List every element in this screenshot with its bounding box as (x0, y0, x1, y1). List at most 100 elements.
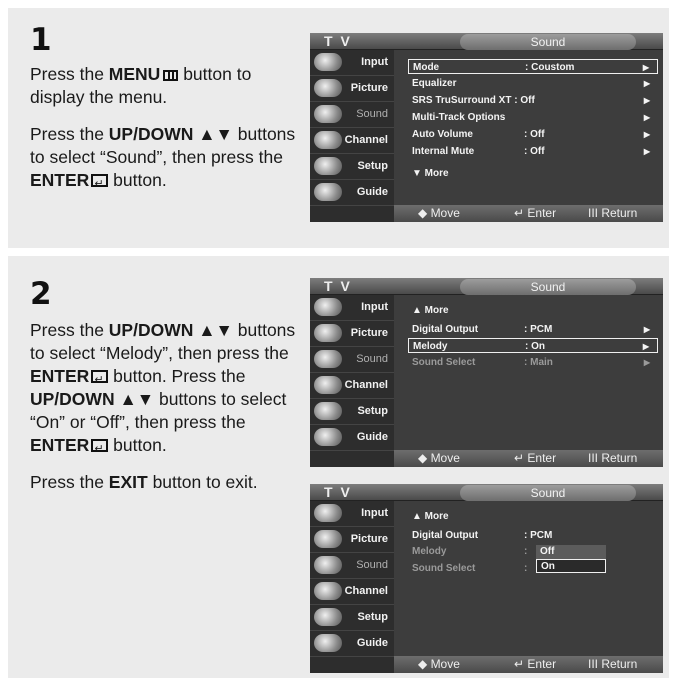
step-1-instructions: Press the MENU button to display the men… (30, 63, 300, 206)
sidebar-item-input[interactable]: Input (310, 501, 394, 527)
guide-icon (314, 183, 342, 201)
sound-icon (314, 556, 342, 574)
menu-row-sound-select[interactable]: Sound Select: (408, 561, 658, 576)
guide-icon (314, 634, 342, 652)
sound-icon (314, 350, 342, 368)
sidebar-item-channel[interactable]: Channel (310, 128, 394, 154)
step-1-panel: 1 Press the MENU button to display the m… (8, 8, 669, 248)
step-number: 1 (30, 22, 52, 58)
input-icon (314, 504, 342, 522)
sidebar-item-picture[interactable]: Picture (310, 527, 394, 553)
osd-menu-list: Mode: Coustom ▶ Equalizer ▶ SRS TruSurroun… (394, 50, 663, 222)
sidebar-item-sound[interactable]: Sound (310, 347, 394, 373)
channel-icon (314, 582, 342, 600)
sidebar-item-input[interactable]: Input (310, 295, 394, 321)
arrow-right-icon: ▶ (642, 342, 649, 351)
menu-row-mode[interactable]: Mode: Coustom ▶ (408, 59, 658, 74)
osd-title: Sound (460, 485, 636, 501)
enter-hint: ↵ Enter (514, 451, 557, 465)
input-icon (314, 298, 342, 316)
enter-icon (91, 172, 109, 195)
arrow-right-icon: ▶ (643, 113, 650, 122)
osd-sidebar: Input Picture Sound Channel Setup Guide (310, 295, 394, 467)
channel-icon (314, 376, 342, 394)
menu-row-digital-output[interactable]: Digital Output: PCM (408, 528, 658, 543)
step-2-panel: 2 Press the UP/DOWN ▲▼ buttons to select… (8, 256, 669, 678)
sound-icon (314, 105, 342, 123)
tv-label: T V (324, 278, 352, 294)
setup-icon (314, 608, 342, 626)
input-icon (314, 53, 342, 71)
enter-hint: ↵ Enter (514, 657, 557, 671)
picture-icon (314, 324, 342, 342)
osd-title: Sound (460, 279, 636, 295)
tv-label: T V (324, 33, 352, 49)
menu-row-digital-output[interactable]: Digital Output: PCM ▶ (408, 322, 658, 337)
menu-row-internal-mute[interactable]: Internal Mute: Off ▶ (408, 144, 658, 159)
sidebar-item-picture[interactable]: Picture (310, 321, 394, 347)
sidebar-item-channel[interactable]: Channel (310, 373, 394, 399)
instruction-paragraph: Press the EXIT button to exit. (30, 472, 258, 492)
move-hint: ◆ Move (418, 451, 460, 465)
tv-osd-melody-options: T V Sound Input Picture Sound Channel Se… (310, 484, 663, 673)
sidebar-item-guide[interactable]: Guide (310, 425, 394, 451)
menu-row-melody[interactable]: Melody: On ▶ (408, 338, 658, 353)
menu-icon (163, 70, 179, 81)
osd-footer: ◆ Move ↵ Enter III Return (394, 656, 663, 673)
tv-label: T V (324, 484, 352, 500)
sidebar-item-guide[interactable]: Guide (310, 180, 394, 206)
osd-footer: ◆ Move ↵ Enter III Return (394, 450, 663, 467)
channel-icon (314, 131, 342, 149)
sidebar-item-sound[interactable]: Sound (310, 102, 394, 128)
sidebar-item-input[interactable]: Input (310, 50, 394, 76)
menu-row-melody[interactable]: Melody: (408, 544, 658, 559)
move-hint: ◆ Move (418, 206, 460, 220)
osd-header: T V Sound (310, 33, 663, 50)
instruction-paragraph: Press the MENU button to display the men… (30, 64, 252, 107)
menu-row-equalizer[interactable]: Equalizer ▶ (408, 76, 658, 91)
sidebar-item-sound[interactable]: Sound (310, 553, 394, 579)
more-indicator[interactable]: ▼ More (408, 166, 658, 181)
sidebar-item-picture[interactable]: Picture (310, 76, 394, 102)
more-indicator[interactable]: ▲ More (408, 509, 658, 524)
arrow-right-icon: ▶ (643, 325, 650, 334)
sidebar-item-setup[interactable]: Setup (310, 605, 394, 631)
enter-icon (91, 368, 109, 391)
step-number: 2 (30, 276, 52, 312)
option-off[interactable]: Off (536, 545, 606, 559)
tv-osd-sound-menu: T V Sound Input Picture Sound Channel Se… (310, 33, 663, 222)
setup-icon (314, 157, 342, 175)
sidebar-item-setup[interactable]: Setup (310, 154, 394, 180)
return-hint: III Return (588, 657, 638, 671)
osd-header: T V Sound (310, 278, 663, 295)
sidebar-item-setup[interactable]: Setup (310, 399, 394, 425)
osd-menu-list: ▲ More Digital Output: PCM Melody: Sound… (394, 501, 663, 673)
osd-menu-list: ▲ More Digital Output: PCM ▶ Melody: On ▶ … (394, 295, 663, 467)
option-on[interactable]: On (536, 559, 606, 573)
enter-icon (91, 437, 109, 460)
arrow-right-icon: ▶ (643, 96, 650, 105)
menu-row-sound-select[interactable]: Sound Select: Main ▶ (408, 355, 658, 370)
arrow-right-icon: ▶ (643, 130, 650, 139)
tv-osd-melody: T V Sound Input Picture Sound Channel Se… (310, 278, 663, 467)
melody-options-dropdown: Off On (536, 545, 606, 573)
guide-icon (314, 428, 342, 446)
instruction-paragraph: Press the UP/DOWN ▲▼ buttons to select “… (30, 123, 300, 195)
arrow-right-icon: ▶ (643, 147, 650, 156)
osd-title: Sound (460, 34, 636, 50)
move-hint: ◆ Move (418, 657, 460, 671)
osd-footer: ◆ Move ↵ Enter III Return (394, 205, 663, 222)
menu-row-auto-volume[interactable]: Auto Volume: Off ▶ (408, 127, 658, 142)
sidebar-item-channel[interactable]: Channel (310, 579, 394, 605)
menu-row-srs[interactable]: SRS TruSurround XT : Off ▶ (408, 93, 658, 108)
more-indicator[interactable]: ▲ More (408, 303, 658, 318)
step-2-instructions: Press the UP/DOWN ▲▼ buttons to select “… (30, 319, 300, 508)
menu-row-multitrack[interactable]: Multi-Track Options ▶ (408, 110, 658, 125)
osd-header: T V Sound (310, 484, 663, 501)
sidebar-item-guide[interactable]: Guide (310, 631, 394, 657)
arrow-right-icon: ▶ (643, 358, 650, 367)
arrow-right-icon: ▶ (643, 79, 650, 88)
picture-icon (314, 79, 342, 97)
osd-sidebar: Input Picture Sound Channel Setup Guide (310, 501, 394, 673)
setup-icon (314, 402, 342, 420)
